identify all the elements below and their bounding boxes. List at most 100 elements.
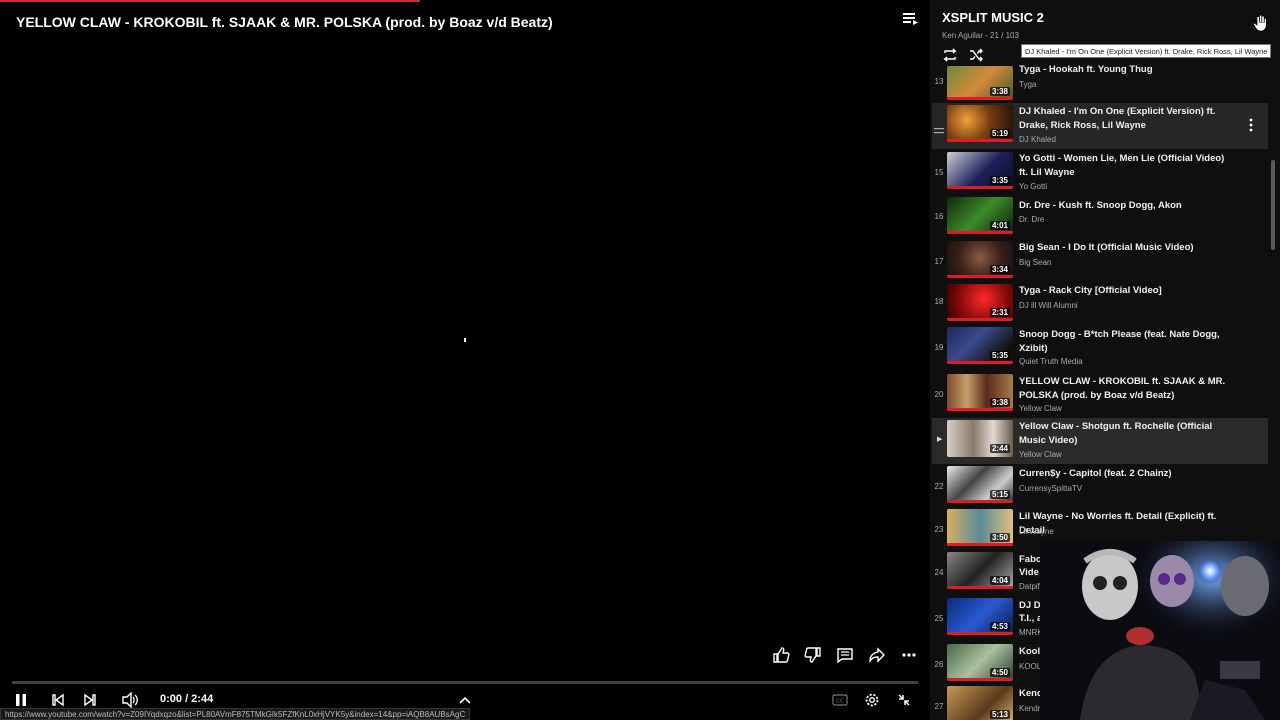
- item-title: Tyga - Hookah ft. Young Thug: [1019, 64, 1153, 75]
- item-channel: Yo Gotti: [1019, 182, 1048, 191]
- item-index: 25: [934, 614, 944, 623]
- item-channel: KOOL: [1019, 662, 1042, 671]
- item-thumbnail: 4:01: [947, 197, 1013, 234]
- item-thumbnail: 3:34: [947, 241, 1013, 278]
- item-duration: 5:19: [989, 129, 1010, 138]
- playlist-item[interactable]: 15 3:35 Yo Gotti - Women Lie, Men Lie (O…: [932, 150, 1268, 197]
- now-playing-icon: ▶: [937, 436, 943, 443]
- item-duration: 3:35: [989, 176, 1010, 185]
- item-channel: Big Sean: [1019, 258, 1052, 267]
- item-channel: Yellow Claw: [1019, 404, 1062, 413]
- item-title: Snoop Dogg - B*tch Please (feat. Nate Do…: [1019, 329, 1220, 354]
- item-duration: 3:38: [989, 398, 1010, 407]
- item-channel: Dr. Dre: [1019, 215, 1045, 224]
- watched-progress-bar: [947, 318, 1013, 321]
- playlist-title[interactable]: XSPLIT MUSIC 2: [942, 10, 1044, 25]
- watched-progress-bar: [947, 186, 1013, 189]
- item-duration: 2:44: [989, 444, 1010, 453]
- item-title: Yellow Claw - Shotgun ft. Rochelle (Offi…: [1019, 421, 1213, 446]
- playlist-item[interactable]: 13 3:38 Tyga - Hookah ft. Young Thug Tyg…: [932, 64, 1268, 102]
- item-thumbnail: 5:35: [947, 327, 1013, 364]
- item-title: YELLOW CLAW - KROKOBIL ft. SJAAK & MR. P…: [1019, 376, 1226, 401]
- settings-icon[interactable]: [863, 688, 881, 712]
- item-index: 18: [934, 297, 944, 306]
- item-thumbnail: 4:04: [947, 552, 1013, 589]
- item-title: Dr. Dre - Kush ft. Snoop Dogg, Akon: [1019, 200, 1182, 211]
- item-index: 17: [934, 257, 944, 266]
- seek-bar[interactable]: [12, 681, 918, 684]
- playlist-item[interactable]: 18 2:31 Tyga - Rack City [Official Video…: [932, 284, 1268, 332]
- item-duration: 2:31: [989, 308, 1010, 317]
- item-channel: CurrensySpittaTV: [1019, 484, 1083, 493]
- loop-icon[interactable]: [942, 47, 958, 63]
- item-thumbnail: 5:19: [947, 105, 1013, 142]
- item-thumbnail: 2:44: [947, 420, 1013, 457]
- more-icon[interactable]: [898, 644, 920, 666]
- video-player[interactable]: YELLOW CLAW - KROKOBIL ft. SJAAK & MR. P…: [0, 0, 930, 720]
- page-load-bar: [0, 0, 420, 2]
- playlist-item[interactable]: 19 5:35 Snoop Dogg - B*tch Please (feat.…: [932, 327, 1268, 374]
- watched-progress-bar: [947, 632, 1013, 635]
- playlist-item[interactable]: 20 3:38 YELLOW CLAW - KROKOBIL ft. SJAAK…: [932, 374, 1268, 421]
- item-duration: 5:15: [989, 490, 1010, 499]
- item-duration: 4:53: [989, 622, 1010, 631]
- watched-progress-bar: [947, 678, 1013, 681]
- item-index: 15: [934, 168, 944, 177]
- item-index: 19: [934, 343, 944, 352]
- close-icon[interactable]: [1252, 14, 1268, 32]
- item-title: Tyga - Rack City [Official Video]: [1019, 285, 1162, 296]
- exit-fullscreen-icon[interactable]: [895, 688, 913, 712]
- item-duration: 3:34: [989, 265, 1010, 274]
- item-channel: Tyga: [1019, 80, 1037, 89]
- drag-handle-icon[interactable]: [934, 121, 944, 134]
- item-thumbnail: 2:31: [947, 284, 1013, 321]
- item-thumbnail: 5:15: [947, 466, 1013, 503]
- item-duration: 4:04: [989, 576, 1010, 585]
- item-channel: Yellow Claw: [1019, 450, 1062, 459]
- watched-progress-bar: [947, 500, 1013, 503]
- item-duration: 5:35: [989, 351, 1010, 360]
- item-index: 13: [934, 77, 944, 86]
- video-actions: [770, 644, 920, 666]
- item-thumbnail: 3:35: [947, 152, 1013, 189]
- item-duration: 3:38: [989, 87, 1010, 96]
- dislike-icon[interactable]: [802, 644, 824, 666]
- item-duration: 5:13: [989, 710, 1010, 719]
- playlist-item[interactable]: 17 3:34 Big Sean - I Do It (Official Mus…: [932, 239, 1268, 286]
- item-index: 23: [934, 525, 944, 534]
- time-display: 0:00 / 2:44: [160, 693, 214, 705]
- captions-icon[interactable]: CC: [831, 688, 849, 712]
- watched-progress-bar: [947, 543, 1013, 546]
- item-index: 27: [934, 702, 944, 711]
- comment-icon[interactable]: [834, 644, 856, 666]
- video-title: YELLOW CLAW - KROKOBIL ft. SJAAK & MR. P…: [16, 14, 553, 30]
- item-index: 22: [934, 482, 944, 491]
- item-title: Curren$y - Capitol (feat. 2 Chainz): [1019, 468, 1172, 479]
- item-thumbnail: 5:13: [947, 686, 1013, 720]
- item-thumbnail: 3:50: [947, 509, 1013, 546]
- shuffle-icon[interactable]: [968, 47, 984, 63]
- playlist-scrollbar[interactable]: [1271, 160, 1275, 250]
- item-channel: Quiet Truth Media: [1019, 357, 1083, 366]
- item-channel: DJ Khaled: [1019, 135, 1056, 144]
- item-index: 16: [934, 212, 944, 221]
- playlist-item-hovered[interactable]: 5:19 DJ Khaled - I'm On One (Explicit Ve…: [932, 103, 1268, 149]
- item-thumbnail: 3:38: [947, 66, 1013, 100]
- item-thumbnail: 4:53: [947, 598, 1013, 635]
- svg-text:CC: CC: [836, 699, 844, 705]
- like-icon[interactable]: [770, 644, 792, 666]
- status-bar-url: https://www.youtube.com/watch?v=Z09IYqdx…: [0, 708, 471, 720]
- playlist-item-now-playing[interactable]: ▶ 2:44 Yellow Claw - Shotgun ft. Rochell…: [932, 418, 1268, 464]
- queue-icon[interactable]: [902, 12, 920, 26]
- item-thumbnail: 4:50: [947, 644, 1013, 681]
- item-title: Big Sean - I Do It (Official Music Video…: [1019, 242, 1194, 253]
- playlist-item[interactable]: 16 4:01 Dr. Dre - Kush ft. Snoop Dogg, A…: [932, 197, 1268, 244]
- watched-progress-bar: [947, 231, 1013, 234]
- playlist-item[interactable]: 22 5:15 Curren$y - Capitol (feat. 2 Chai…: [932, 466, 1268, 513]
- item-index: 20: [934, 390, 944, 399]
- share-icon[interactable]: [866, 644, 888, 666]
- playlist-subtitle: Ken Aguilar - 21 / 103: [942, 31, 1019, 40]
- item-more-icon[interactable]: [1248, 118, 1254, 132]
- item-index: 26: [934, 660, 944, 669]
- watched-progress-bar: [947, 586, 1013, 589]
